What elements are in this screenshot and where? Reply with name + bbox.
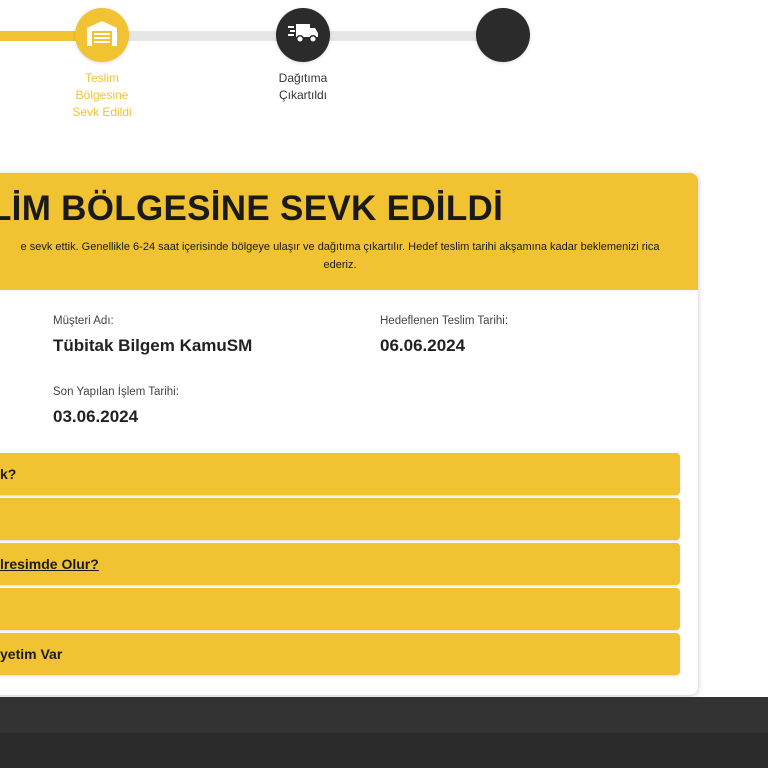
faq-item[interactable]: lresimde Olur? [0,543,680,585]
status-card: LİM BÖLGESİNE SEVK EDİLDİ e sevk ettik. … [0,173,698,695]
step-2-indicator [276,8,330,62]
step-1-indicator [75,8,129,62]
status-description-line: ederiz. [323,259,357,271]
faq-item[interactable]: k? [0,453,680,495]
step-1-label-line: Teslim [84,71,119,85]
step-2-label-line: Çıkartıldı [278,88,327,102]
faq-item[interactable]: yetim Var [0,633,680,675]
delivery-truck-icon [287,20,319,51]
faq-item-label: yetim Var [0,646,63,662]
customer-name-value: Tübitak Bilgem KamuSM [53,336,253,355]
step-1-label-line: Bölgesine [75,88,129,102]
faq-item[interactable] [0,498,680,540]
faq-item[interactable] [0,588,680,630]
status-card-header: LİM BÖLGESİNE SEVK EDİLDİ e sevk ettik. … [0,173,698,290]
step-3-indicator [476,8,530,62]
status-description-line: e sevk ettik. Genellikle 6-24 saat içeri… [20,241,660,253]
page-footer-top-band [0,697,768,733]
step-1-label-line: Sevk Edildi [72,105,132,119]
step-2-label: Dağıtıma Çıkartıldı [258,70,348,104]
step-1-label: Teslim Bölgesine Sevk Edildi [57,70,147,121]
faq-item-label: lresimde Olur? [0,556,99,572]
last-action-date-value: 03.06.2024 [53,407,139,426]
target-delivery-date-value: 06.06.2024 [380,336,466,355]
target-delivery-date-label: Hedeflenen Teslim Tarihi: [380,315,509,327]
status-title: LİM BÖLGESİNE SEVK EDİLDİ [0,189,504,228]
status-description: e sevk ettik. Genellikle 6-24 saat içeri… [0,238,690,274]
warehouse-icon [85,18,119,53]
step-2-label-line: Dağıtıma [278,71,328,85]
last-action-date-label: Son Yapılan İşlem Tarihi: [53,386,179,398]
customer-name-label: Müşteri Adı: [53,315,114,327]
faq-item-label: k? [0,466,17,482]
